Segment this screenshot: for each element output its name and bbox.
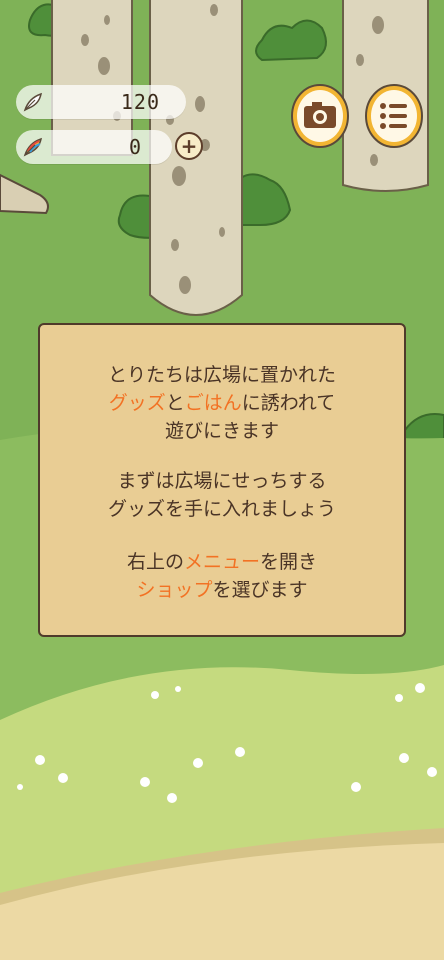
feather-counter: 120 (16, 85, 186, 119)
dialog-paragraph-3: 右上のメニューを開き ショップを選びます (40, 548, 404, 604)
add-rainbow-feather-button[interactable]: + (175, 132, 203, 160)
dialog-line: グッズを手に入れましょう (107, 498, 336, 520)
dialog-line: とりたちは広場に置かれた (107, 364, 336, 386)
dialog-line: 遊びにきます (164, 420, 279, 442)
highlight-menu: メニュー (183, 551, 260, 573)
camera-button[interactable] (290, 82, 350, 148)
feather-count: 120 (120, 90, 160, 114)
rainbow-feather-count: 0 (128, 135, 142, 159)
rainbow-feather-icon (23, 137, 42, 157)
highlight-food: ごはん (184, 392, 242, 414)
dialog-paragraph-2: まずは広場にせっちする グッズを手に入れましょう (40, 467, 404, 523)
dialog-line: ショップを選びます (136, 579, 308, 601)
dialog-paragraph-1: とりたちは広場に置かれた グッズとごはんに誘われて 遊びにきます (40, 361, 404, 445)
highlight-goods: グッズ (108, 392, 166, 414)
tutorial-dialog[interactable]: とりたちは広場に置かれた グッズとごはんに誘われて 遊びにきます まずは広場にせ… (38, 323, 406, 637)
dialog-line: まずは広場にせっちする (117, 470, 327, 492)
menu-button[interactable] (364, 82, 424, 148)
menu-list-icon (380, 103, 407, 129)
feather-icon (23, 92, 42, 112)
dialog-line: 右上のメニューを開き (126, 551, 318, 573)
plus-icon: + (180, 134, 198, 158)
rainbow-feather-counter: 0 (16, 130, 172, 164)
highlight-shop: ショップ (136, 579, 213, 601)
dialog-line: グッズとごはんに誘われて (108, 392, 336, 414)
